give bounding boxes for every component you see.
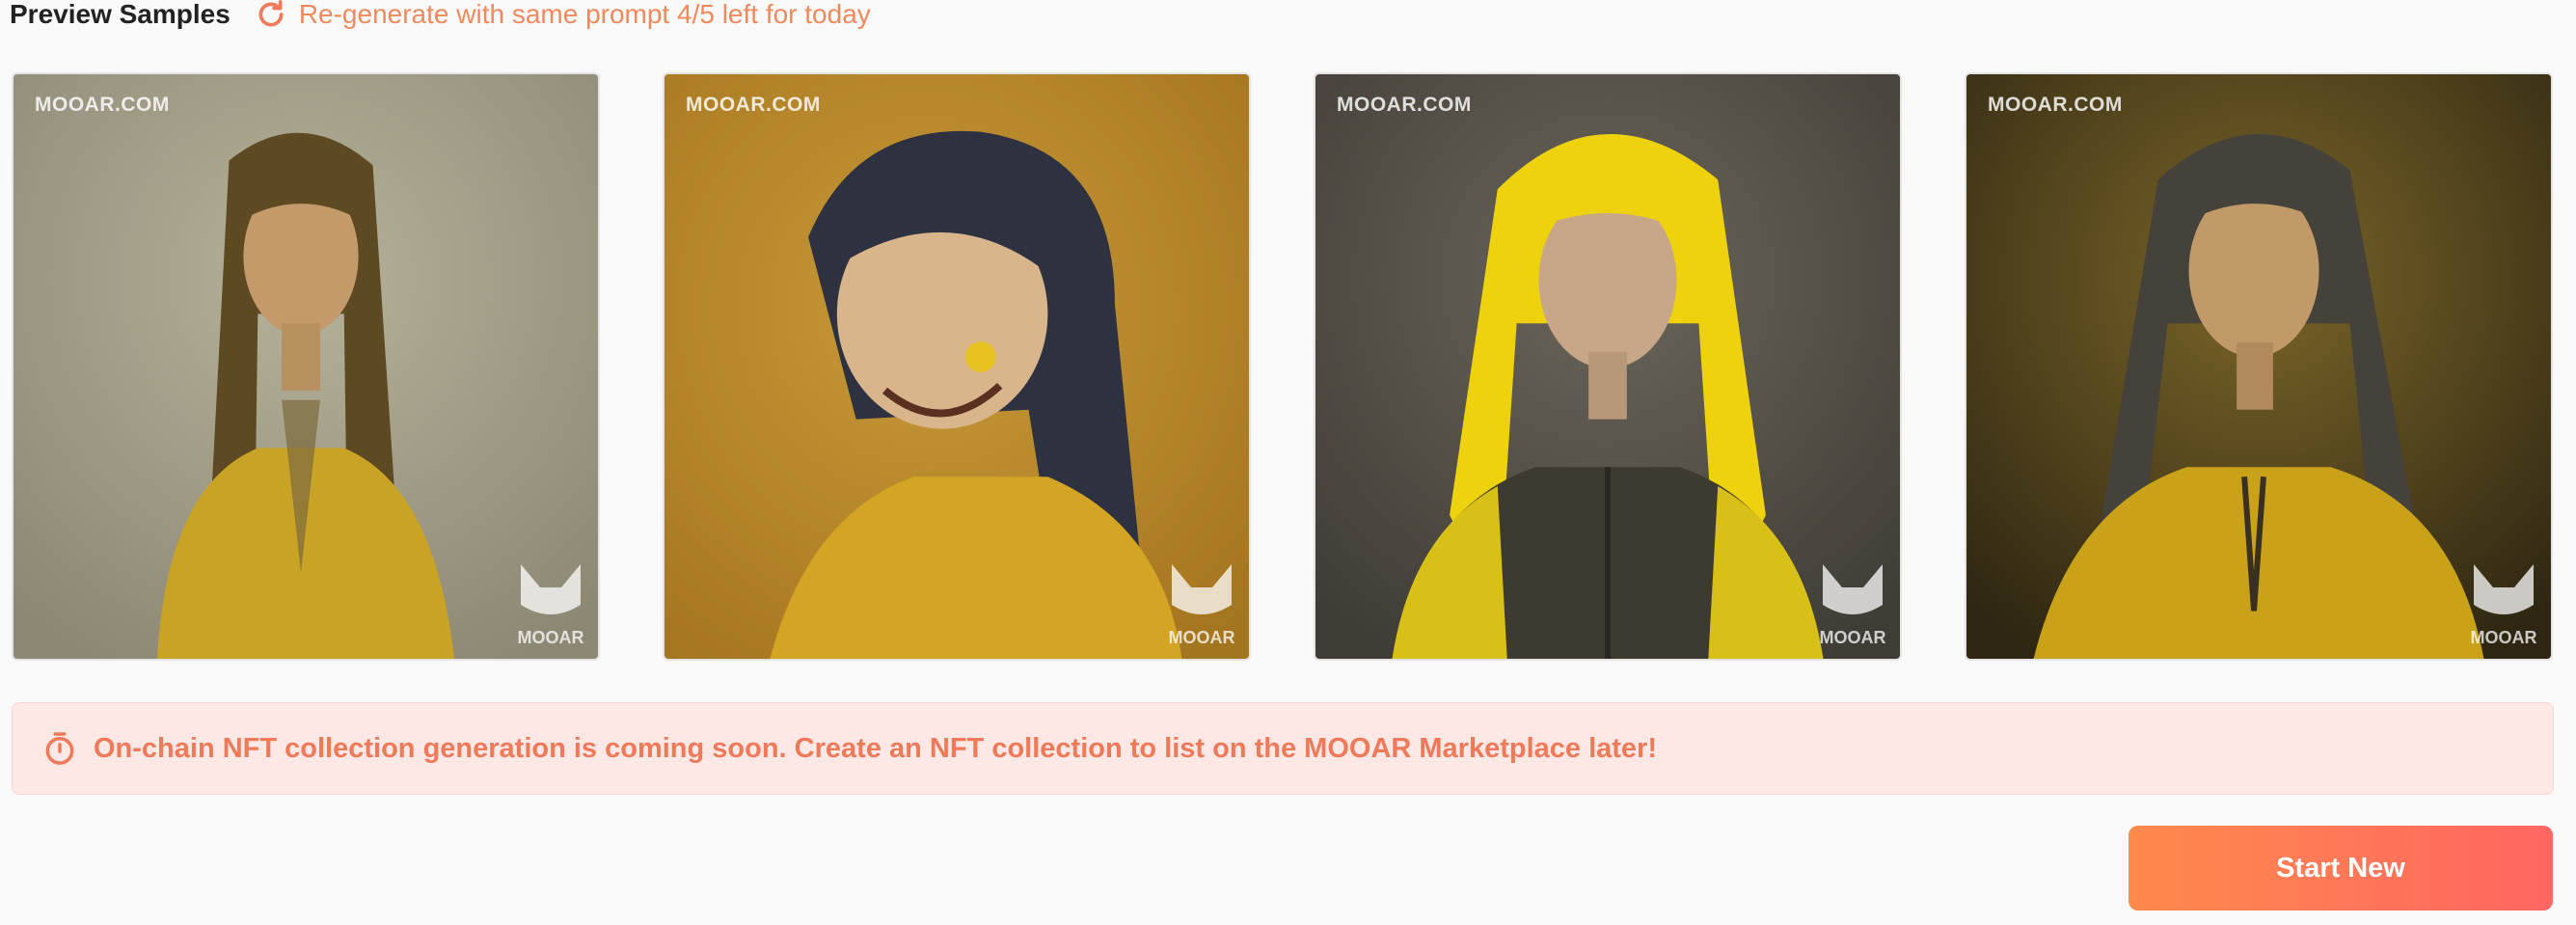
- preview-header: Preview Samples Re-generate with same pr…: [10, 0, 871, 29]
- sample-gallery: MOOAR.COM MOOAR MOOAR.COM MOOAR MOOAR.CO…: [12, 72, 2554, 663]
- mooar-logo-icon: MOOAR: [518, 564, 584, 647]
- notice-text: On-chain NFT collection generation is co…: [94, 732, 1657, 764]
- page-title: Preview Samples: [10, 0, 230, 29]
- regenerate-button[interactable]: Re-generate with same prompt 4/5 left fo…: [255, 0, 871, 31]
- portrait-image: [1315, 74, 1900, 659]
- sample-image-3[interactable]: MOOAR.COM MOOAR: [1314, 72, 1902, 661]
- mooar-logo-icon: MOOAR: [1820, 564, 1886, 647]
- refresh-icon: [258, 0, 284, 27]
- watermark: MOOAR.COM: [1337, 94, 1472, 116]
- timer-icon: [45, 732, 74, 765]
- watermark: MOOAR.COM: [686, 94, 821, 116]
- portrait-image: [1966, 74, 2551, 659]
- coming-soon-notice: On-chain NFT collection generation is co…: [12, 702, 2554, 795]
- svg-text:MOOAR: MOOAR: [2471, 628, 2537, 647]
- svg-text:MOOAR: MOOAR: [1169, 628, 1235, 647]
- mooar-logo-icon: MOOAR: [2471, 564, 2537, 647]
- mooar-logo-icon: MOOAR: [1169, 564, 1235, 647]
- portrait-image: [14, 74, 598, 659]
- svg-text:MOOAR: MOOAR: [1820, 628, 1886, 647]
- svg-text:MOOAR: MOOAR: [518, 628, 584, 647]
- regenerate-label: Re-generate with same prompt 4/5 left fo…: [298, 0, 871, 29]
- watermark: MOOAR.COM: [35, 94, 170, 116]
- sample-image-4[interactable]: MOOAR.COM MOOAR: [1965, 72, 2553, 661]
- watermark: MOOAR.COM: [1988, 94, 2123, 116]
- portrait-image: [664, 74, 1249, 659]
- start-new-button[interactable]: Start New: [2129, 826, 2553, 911]
- sample-image-1[interactable]: MOOAR.COM MOOAR: [12, 72, 600, 661]
- sample-image-2[interactable]: MOOAR.COM MOOAR: [663, 72, 1251, 661]
